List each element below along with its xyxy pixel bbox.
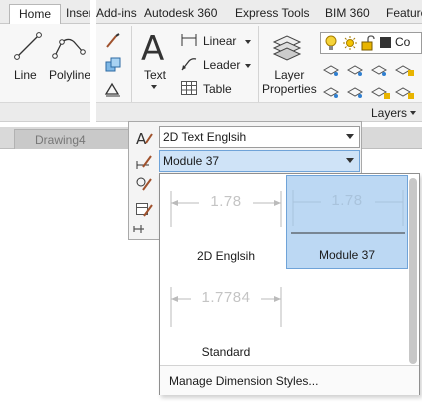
dimension-preview-value: 1.78 (331, 192, 363, 209)
svg-text:A: A (141, 30, 164, 64)
dimension-preview-value: 1.78 (210, 193, 242, 210)
dimension-style-value: Module 37 (163, 154, 220, 168)
brush-icon[interactable] (104, 32, 122, 50)
dimension-style-select[interactable]: Module 37 (159, 150, 360, 172)
line-label[interactable]: Line (14, 68, 37, 82)
chevron-down-icon (346, 134, 354, 139)
line-icon[interactable] (14, 32, 42, 60)
gallery-scrollbar-thumb[interactable] (409, 178, 417, 364)
text-label[interactable]: Text (144, 68, 166, 82)
separator (131, 26, 132, 102)
tab-add-ins[interactable]: Add-ins (96, 4, 137, 24)
pin-icon[interactable] (132, 222, 146, 236)
leader-icon[interactable] (180, 56, 198, 72)
text-style-icon: A (136, 130, 153, 147)
text-style-select[interactable]: 2D Text Englsih (159, 126, 360, 148)
gallery-scrollbar[interactable] (409, 178, 417, 368)
table-icon[interactable] (180, 80, 198, 96)
copy-icon[interactable] (104, 56, 122, 74)
svg-text:A: A (136, 130, 147, 147)
stretch-icon[interactable] (104, 80, 122, 98)
sun-icon (343, 36, 357, 50)
layers-panel-title[interactable]: Layers (371, 106, 407, 120)
tab-bim-360[interactable]: BIM 360 (325, 4, 370, 24)
gallery-item-2d-englsih[interactable]: 1.78 2D Englsih (165, 177, 287, 271)
dimension-style-icon (136, 155, 152, 169)
text-dropdown-arrow-icon[interactable] (151, 85, 157, 89)
tab-feature[interactable]: Feature (386, 4, 422, 24)
ribbon-tab-bar: Home Insert Add-ins Autodesk 360 Express… (0, 0, 422, 25)
tab-home[interactable]: Home (9, 4, 62, 25)
linear-dimension-icon[interactable] (180, 32, 198, 48)
gallery-item-label: 2D Englsih (196, 249, 256, 263)
layer-combo-text: Co (395, 35, 411, 49)
ribbon-gap (90, 0, 96, 127)
layer-tools-icon[interactable] (322, 60, 422, 102)
unlock-icon (361, 35, 375, 51)
linear-dropdown-arrow-icon[interactable] (245, 40, 251, 44)
polyline-icon[interactable] (52, 34, 86, 60)
ribbon-panel-title-bar: Layers (0, 102, 422, 122)
file-tab-drawing4[interactable]: Drawing4 (14, 129, 129, 149)
multileader-style-icon (136, 177, 152, 191)
layers-panel-expand-icon[interactable] (410, 111, 416, 115)
leader-label[interactable]: Leader (203, 58, 240, 72)
text-style-value: 2D Text Englsih (163, 130, 247, 144)
polyline-label[interactable]: Polyline (49, 68, 91, 82)
tab-autodesk-360[interactable]: Autodesk 360 (144, 4, 217, 24)
leader-dropdown-arrow-icon[interactable] (245, 64, 251, 68)
table-label[interactable]: Table (203, 82, 232, 96)
dimension-style-gallery: 1.78 2D Englsih 1.78 Module 37 1.7784 St… (159, 173, 420, 395)
gallery-item-label: Standard (201, 345, 251, 359)
separator (258, 26, 259, 102)
chevron-down-icon (346, 158, 354, 163)
gallery-item-label: Module 37 (318, 248, 376, 262)
linear-label[interactable]: Linear (203, 34, 236, 48)
layer-color-swatch (380, 37, 391, 48)
gallery-item-module-37[interactable]: 1.78 Module 37 (286, 175, 408, 269)
layer-properties-icon[interactable] (270, 30, 304, 64)
manage-dimension-styles-button[interactable]: Manage Dimension Styles... (160, 365, 419, 395)
tab-express-tools[interactable]: Express Tools (235, 4, 309, 24)
gallery-item-standard[interactable]: 1.7784 Standard (165, 273, 287, 367)
table-style-icon (136, 203, 153, 217)
dimension-preview-value: 1.7784 (201, 289, 251, 306)
text-icon[interactable]: A (139, 30, 171, 64)
layer-properties-label[interactable]: Layer Properties (262, 68, 317, 96)
lightbulb-icon (325, 35, 337, 50)
